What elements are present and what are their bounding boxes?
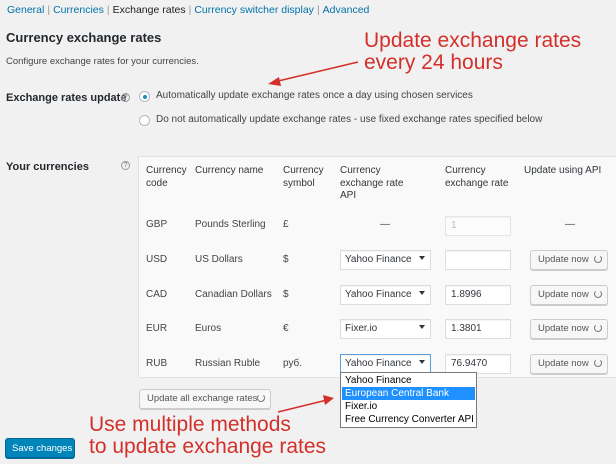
annotation-arrows <box>268 61 359 413</box>
arrow-bottom <box>277 395 334 413</box>
arrow-top <box>268 61 359 86</box>
